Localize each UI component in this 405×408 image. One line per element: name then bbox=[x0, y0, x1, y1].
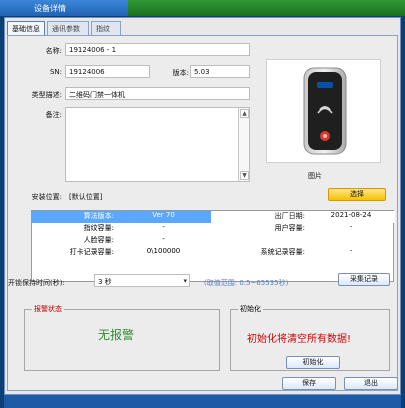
fingerprint-capacity-value: - bbox=[162, 223, 165, 231]
initialization-title: 初始化 bbox=[238, 304, 263, 314]
initialization-group: 初始化 初始化将清空所有数据! 初始化 bbox=[230, 304, 390, 371]
factory-date-value: 2021-08-24 bbox=[307, 211, 395, 223]
initialization-warning: 初始化将清空所有数据! bbox=[247, 334, 352, 345]
tab-fingerprint[interactable]: 指纹图 bbox=[91, 21, 121, 43]
alarm-status-value: 无报警 bbox=[98, 328, 135, 342]
bottom-bar bbox=[4, 395, 401, 408]
algo-label: 算法版本: bbox=[32, 211, 116, 223]
device-details-window: 基础信息 通讯参数 指纹图 名称: 19124006 - 1 SN: 19124… bbox=[4, 17, 401, 395]
table-row: 算法版本: Ver 70 出厂日期: 2021-08-24 bbox=[32, 211, 395, 223]
note-scrollbar[interactable]: ▲ ▼ bbox=[238, 108, 249, 181]
install-location-value: [默认位置] bbox=[69, 193, 103, 201]
name-label: 名称: bbox=[45, 47, 62, 55]
choose-location-button[interactable]: 选择 bbox=[328, 188, 386, 201]
device-info-table: 算法版本: Ver 70 出厂日期: 2021-08-24 指纹容量: - 用户… bbox=[31, 210, 395, 282]
face-capacity-value: - bbox=[162, 235, 165, 243]
chevron-down-icon[interactable]: ▼ bbox=[240, 171, 249, 180]
alarm-status-group: 报警状态 无报警 bbox=[24, 304, 220, 371]
punch-capacity-label: 打卡记录容量: bbox=[69, 248, 114, 256]
sn-value: 19124006 bbox=[69, 68, 105, 76]
factory-date-label: 出厂日期: bbox=[212, 211, 307, 223]
title-bar: 设备详情 bbox=[0, 0, 405, 16]
install-location-label: 安装位置: bbox=[31, 193, 62, 201]
version-value: 5.03 bbox=[194, 68, 210, 76]
version-field[interactable]: 5.03 bbox=[190, 65, 250, 78]
image-caption: 图片 bbox=[308, 172, 322, 180]
type-field[interactable]: 二维码门禁一体机 bbox=[65, 87, 250, 100]
punch-capacity-value: 0\100000 bbox=[146, 247, 181, 255]
system-capacity-label: 系统记录容量: bbox=[260, 248, 305, 256]
window-title: 设备详情 bbox=[34, 4, 66, 13]
name-value: 19124006 - 1 bbox=[69, 46, 117, 54]
collect-records-button[interactable]: 采集记录 bbox=[338, 273, 390, 286]
window-tab: 设备详情 bbox=[0, 0, 129, 16]
alarm-status-title: 报警状态 bbox=[32, 304, 64, 314]
sn-field[interactable]: 19124006 bbox=[65, 65, 150, 78]
open-time-select[interactable]: 3 秒 ▾ bbox=[94, 274, 190, 287]
system-capacity-value: - bbox=[349, 247, 353, 255]
face-capacity-label: 人脸容量: bbox=[83, 236, 114, 244]
table-row: 打卡记录容量: 0\100000 系统记录容量: - bbox=[32, 247, 393, 259]
note-textarea[interactable]: ▲ ▼ bbox=[65, 107, 250, 182]
initialize-button[interactable]: 初始化 bbox=[286, 356, 340, 369]
chevron-up-icon[interactable]: ▲ bbox=[240, 109, 249, 118]
chevron-down-icon[interactable]: ▾ bbox=[183, 277, 187, 285]
title-accent bbox=[128, 0, 405, 16]
save-button[interactable]: 保存 bbox=[282, 377, 336, 390]
user-capacity-label: 用户容量: bbox=[274, 224, 305, 232]
tab-basic-info[interactable]: 基础信息 bbox=[7, 21, 45, 36]
open-time-value: 3 秒 bbox=[98, 278, 112, 286]
open-time-range-hint: (取值范围: 0.5~65535秒) bbox=[204, 279, 289, 287]
type-label: 类型描述: bbox=[31, 91, 62, 99]
user-capacity-value: - bbox=[349, 223, 353, 231]
tab-communication[interactable]: 通讯参数 bbox=[47, 21, 89, 36]
type-value: 二维码门禁一体机 bbox=[69, 91, 125, 99]
exit-button[interactable]: 退出 bbox=[344, 377, 398, 390]
device-image-svg bbox=[303, 67, 347, 155]
name-field[interactable]: 19124006 - 1 bbox=[65, 43, 250, 56]
table-row: 人脸容量: - bbox=[32, 235, 393, 247]
open-time-label: 开锁保持时间(秒): bbox=[8, 279, 65, 287]
version-label: 版本: bbox=[172, 69, 189, 77]
note-label: 备注: bbox=[45, 111, 62, 119]
sn-label: SN: bbox=[49, 68, 62, 76]
device-image bbox=[266, 59, 381, 163]
algo-value: Ver 70 bbox=[116, 211, 211, 223]
tab-panel-basic-info: 名称: 19124006 - 1 SN: 19124006 版本: 5.03 类… bbox=[7, 35, 398, 391]
fingerprint-capacity-label: 指纹容量: bbox=[83, 224, 114, 232]
table-row: 指纹容量: - 用户容量: - bbox=[32, 223, 393, 235]
